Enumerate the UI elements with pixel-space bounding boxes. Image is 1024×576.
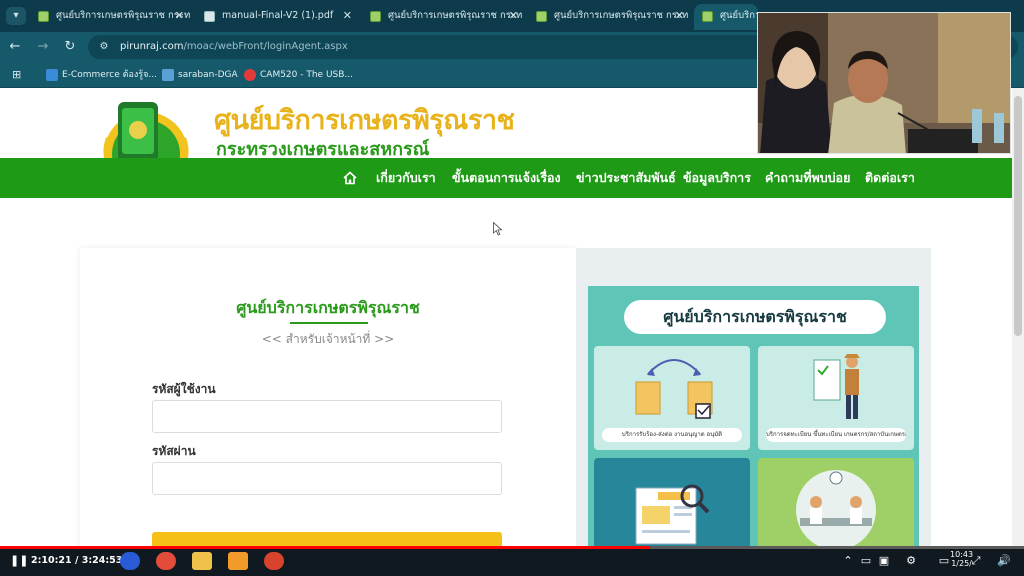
tab-title: ศูนย์บริการเกษตรพิรุณราช bbox=[720, 10, 758, 21]
nav-report-steps[interactable]: ขั้นตอนการแจ้งเรื่อง bbox=[452, 158, 561, 198]
service-tile-news bbox=[594, 458, 750, 546]
service-tile-permits: บริการรับร้อง-ส่งต่อ งานอนุญาต อนุมัติ bbox=[594, 346, 750, 450]
subtitles-icon[interactable]: ▭ bbox=[858, 553, 874, 569]
newspaper-magnifier-icon bbox=[635, 484, 710, 545]
tab-2[interactable]: manual-Final-V2 (1).pdf ✕ bbox=[196, 4, 360, 30]
infographic-title: ศูนย์บริการเกษตรพิรุณราช bbox=[624, 300, 886, 334]
service-tile-registration: บริการจดทะเบียน ขึ้นทะเบียน เกษตรกร/สถาบ… bbox=[758, 346, 914, 450]
apps-grid-icon[interactable]: ⊞ bbox=[12, 68, 26, 82]
meeting-app-icon[interactable] bbox=[120, 552, 140, 570]
close-tab-icon[interactable]: ✕ bbox=[509, 4, 518, 28]
video-progress-fill bbox=[0, 546, 651, 549]
video-progress-bar[interactable] bbox=[0, 546, 1024, 549]
tab-title: ศูนย์บริการเกษตรพิรุณราช กระท bbox=[388, 10, 523, 21]
bookmark-label: saraban-DGA bbox=[178, 70, 238, 80]
title-underline bbox=[290, 322, 368, 324]
globe-icon bbox=[46, 69, 58, 81]
password-input[interactable] bbox=[152, 462, 502, 495]
url-text: pirunraj.com/moac/webFront/loginAgent.as… bbox=[120, 35, 348, 59]
password-label: รหัสผ่าน bbox=[152, 444, 196, 458]
bookmark-ecommerce[interactable]: E-Commerce ต้องรู้จ... bbox=[46, 68, 157, 82]
close-tab-icon[interactable]: ✕ bbox=[343, 4, 352, 28]
pdf-favicon-icon bbox=[204, 11, 215, 22]
bookmark-label: CAM520 - The USB... bbox=[260, 70, 354, 80]
tile-caption-registration: บริการจดทะเบียน ขึ้นทะเบียน เกษตรกร/สถาบ… bbox=[766, 428, 906, 442]
site-info-icon[interactable]: ⚙ bbox=[96, 39, 112, 55]
forward-arrow-icon[interactable]: → bbox=[34, 38, 52, 56]
chrome-icon[interactable] bbox=[156, 552, 176, 570]
duration: 3:24:53 bbox=[81, 555, 123, 566]
url-path: /moac/webFront/loginAgent.aspx bbox=[183, 41, 348, 52]
url-host: pirunraj.com bbox=[120, 41, 184, 52]
main-navigation: เกี่ยวกับเรา ขั้นตอนการแจ้งเรื่อง ข่าวปร… bbox=[0, 158, 1012, 198]
app-icon[interactable] bbox=[228, 552, 248, 570]
nav-about[interactable]: เกี่ยวกับเรา bbox=[376, 158, 436, 198]
tab-title: manual-Final-V2 (1).pdf bbox=[222, 10, 334, 21]
meeting-participants-image bbox=[758, 13, 1010, 153]
current-time: 2:10:21 bbox=[31, 555, 72, 566]
miniplayer-icon[interactable]: ▣ bbox=[876, 553, 892, 569]
site-favicon-icon bbox=[370, 11, 381, 22]
site-favicon-icon bbox=[536, 11, 547, 22]
document-exchange-icon bbox=[635, 359, 713, 419]
settings-gear-icon[interactable]: ⚙ bbox=[903, 553, 919, 569]
farmer-clipboard-icon bbox=[813, 354, 860, 419]
screen: ▾ ศูนย์บริการเกษตรพิรุณราช กระท ✕ manual… bbox=[0, 0, 1024, 576]
service-tile-lab bbox=[758, 458, 914, 546]
reload-icon[interactable]: ↻ bbox=[61, 38, 79, 56]
laboratory-icon bbox=[796, 470, 876, 546]
nav-faq[interactable]: คำถามที่พบบ่อย bbox=[765, 158, 850, 198]
close-tab-icon[interactable]: ✕ bbox=[175, 4, 184, 28]
tab-1[interactable]: ศูนย์บริการเกษตรพิรุณราช กระท ✕ bbox=[30, 4, 192, 30]
mouse-pointer-icon bbox=[493, 222, 503, 236]
site-favicon-icon bbox=[38, 11, 49, 22]
tab-title: ศูนย์บริการเกษตรพิรุณราช กระท bbox=[554, 10, 689, 21]
video-player-bar: ❚❚ 2:10:21 / 3:24:53 ⌃ ▭ ▣ ⚙ 10:43 1/25/… bbox=[0, 546, 1024, 576]
fullscreen-icon[interactable]: ⤢ bbox=[968, 553, 984, 569]
username-label: รหัสผู้ใช้งาน bbox=[152, 382, 216, 396]
back-arrow-icon[interactable]: ← bbox=[6, 38, 24, 56]
webcam-video-overlay bbox=[757, 12, 1011, 154]
bookmark-label: E-Commerce ต้องรู้จ... bbox=[62, 70, 157, 80]
document-icon bbox=[162, 69, 174, 81]
nav-news[interactable]: ข่าวประชาสัมพันธ์ bbox=[576, 158, 676, 198]
info-graphic-card: ศูนย์บริการเกษตรพิรุณราช บริการรับร้อง-ส… bbox=[576, 248, 931, 546]
tab-4[interactable]: ศูนย์บริการเกษตรพิรุณราช กระท ✕ bbox=[528, 4, 692, 30]
page-scrollbar[interactable] bbox=[1012, 88, 1024, 546]
file-explorer-icon[interactable] bbox=[192, 552, 212, 570]
tab-title: ศูนย์บริการเกษตรพิรุณราช กระท bbox=[56, 10, 191, 21]
username-input[interactable] bbox=[152, 400, 502, 433]
login-card: ศูนย์บริการเกษตรพิรุณราช << สำหรับเจ้าหน… bbox=[80, 248, 576, 546]
theater-mode-icon[interactable]: ▭ bbox=[936, 553, 952, 569]
browser-app-icon[interactable] bbox=[264, 552, 284, 570]
login-button[interactable] bbox=[152, 532, 502, 546]
tab-5-active[interactable]: ศูนย์บริการเกษตรพิรุณราช bbox=[694, 4, 758, 30]
video-time: 2:10:21 / 3:24:53 bbox=[31, 555, 123, 566]
volume-icon[interactable]: 🔊 bbox=[996, 553, 1012, 569]
bookmark-saraban[interactable]: saraban-DGA bbox=[162, 68, 238, 82]
login-title: ศูนย์บริการเกษตรพิรุณราช bbox=[236, 298, 420, 317]
camera-brand-icon bbox=[244, 69, 256, 81]
home-icon[interactable] bbox=[343, 171, 357, 185]
scrollbar-thumb[interactable] bbox=[1014, 96, 1022, 336]
close-tab-icon[interactable]: ✕ bbox=[675, 4, 684, 28]
tab-3[interactable]: ศูนย์บริการเกษตรพิรุณราช กระท ✕ bbox=[362, 4, 526, 30]
nav-service-info[interactable]: ข้อมูลบริการ bbox=[683, 158, 751, 198]
web-page: ศูนย์บริการเกษตรพิรุณราช กระทรวงเกษตรและ… bbox=[0, 88, 1012, 546]
tile-caption-permits: บริการรับร้อง-ส่งต่อ งานอนุญาต อนุมัติ bbox=[602, 428, 742, 442]
site-favicon-icon bbox=[702, 11, 713, 22]
nav-contact[interactable]: ติดต่อเรา bbox=[865, 158, 915, 198]
chevron-up-icon[interactable]: ⌃ bbox=[840, 553, 856, 569]
tab-search-chevron-icon[interactable]: ▾ bbox=[6, 7, 26, 25]
bookmark-cam520[interactable]: CAM520 - The USB... bbox=[244, 68, 353, 82]
pause-icon[interactable]: ❚❚ bbox=[10, 554, 28, 568]
login-subtitle: << สำหรับเจ้าหน้าที่ >> bbox=[261, 332, 395, 346]
service-infographic: ศูนย์บริการเกษตรพิรุณราช บริการรับร้อง-ส… bbox=[588, 286, 919, 546]
